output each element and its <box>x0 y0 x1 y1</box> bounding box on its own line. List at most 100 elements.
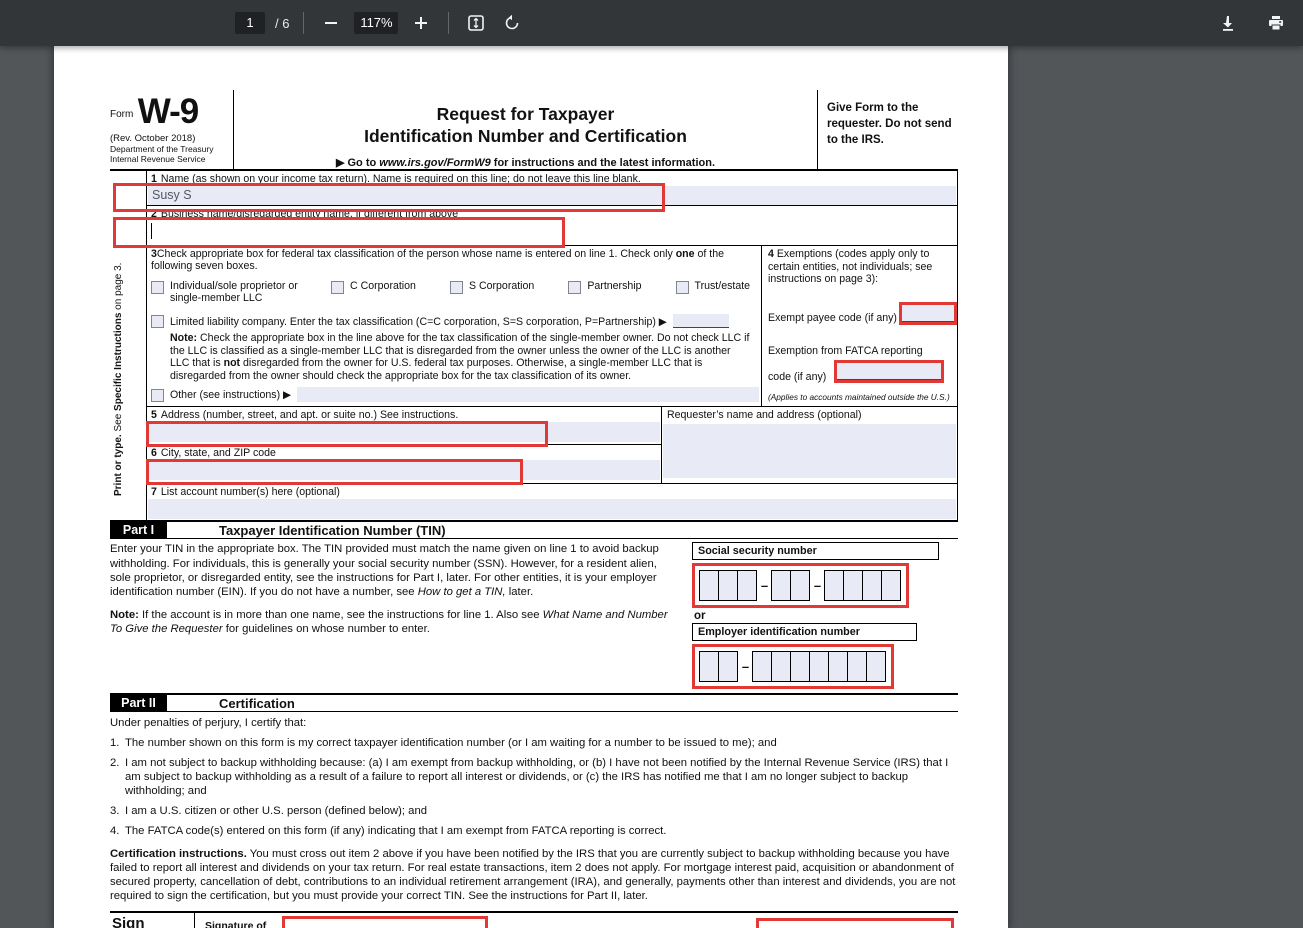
ssn-label: Social security number <box>692 542 939 561</box>
partnership-checkbox[interactable] <box>568 281 582 294</box>
date-input[interactable] <box>759 921 951 928</box>
form-id-block: Form W-9 (Rev. October 2018) Department … <box>110 90 234 169</box>
text-cursor <box>151 223 152 239</box>
signature-label: Signature of U.S. person ▶ <box>205 920 267 928</box>
ein-digit-cell[interactable] <box>752 651 772 683</box>
trust-estate-label: Trust/estate <box>694 280 751 292</box>
form-title-line1: Request for Taxpayer <box>436 104 615 124</box>
part1-instructions: Enter your TIN in the appropriate box. T… <box>110 542 692 689</box>
s-corporation-checkbox[interactable] <box>449 281 463 294</box>
fit-to-page-button[interactable] <box>463 10 489 36</box>
part2-badge: Part II <box>110 694 167 712</box>
ssn-digit-cell[interactable] <box>699 570 719 602</box>
ein-boxes[interactable]: – <box>699 651 886 683</box>
ssn-digit-cell[interactable] <box>824 570 844 602</box>
ssn-digit-cell[interactable] <box>862 570 882 602</box>
ssn-digit-cell[interactable] <box>771 570 791 602</box>
ein-digit-cell[interactable] <box>790 651 810 683</box>
option-individual: Individual/sole proprietor or single-mem… <box>151 280 319 304</box>
zoom-out-button[interactable] <box>318 10 344 36</box>
ein-digit-cell[interactable] <box>809 651 829 683</box>
plus-icon <box>415 17 428 29</box>
part2-body: Under penalties of perjury, I certify th… <box>110 712 958 903</box>
department-line: Department of the Treasury <box>110 144 214 154</box>
ssn-digit-cell[interactable] <box>718 570 738 602</box>
option-s-corp: S Corporation <box>449 280 535 304</box>
download-button[interactable] <box>1215 10 1241 36</box>
business-name-input[interactable] <box>148 221 956 243</box>
toolbar-divider <box>303 12 305 34</box>
line6-label: 6 City, state, and ZIP code <box>151 447 276 460</box>
ssn-digit-cell[interactable] <box>737 570 757 602</box>
w9-form: Form W-9 (Rev. October 2018) Department … <box>54 46 1008 928</box>
address-block: 5 Address (number, street, and apt. or su… <box>146 407 957 486</box>
ein-digit-cell[interactable] <box>828 651 848 683</box>
ein-digit-cell[interactable] <box>847 651 867 683</box>
llc-classification-input[interactable] <box>672 314 729 328</box>
page-number-input[interactable]: 1 <box>235 12 265 34</box>
print-icon <box>1269 16 1283 31</box>
part2-header: Part II Certification <box>110 693 958 713</box>
ein-digit-cell[interactable] <box>699 651 719 683</box>
requester-input[interactable] <box>663 424 956 479</box>
llc-note: Note: Check the appropriate box in the l… <box>170 332 750 382</box>
certify-item: 1. The number shown on this form is my co… <box>110 737 777 750</box>
line2-row: 2 Business name/disregarded entity name, … <box>113 206 957 248</box>
trust-estate-checkbox[interactable] <box>675 281 689 294</box>
c-corporation-checkbox[interactable] <box>331 281 344 294</box>
exempt-payee-highlight-box <box>898 301 957 325</box>
date-label: Date ▶ <box>713 913 748 928</box>
line7-row: 7 List account number(s) here (optional) <box>147 483 957 521</box>
sign-here-row: Sign Here Signature of U.S. person ▶ Dat… <box>110 911 958 928</box>
ssn-digit-cell[interactable] <box>843 570 863 602</box>
zoom-in-button[interactable] <box>408 10 434 36</box>
s-corporation-label: S Corporation <box>468 280 535 292</box>
side-label-strip: Print or type. See Specific Instructions… <box>110 171 146 521</box>
certification-instructions: Certification instructions. You must cro… <box>110 848 956 903</box>
line6-row: 6 City, state, and ZIP code <box>146 445 661 486</box>
toolbar-right-controls <box>1215 0 1289 46</box>
goto-suffix: for instructions and the latest informat… <box>490 157 716 169</box>
partnership-label: Partnership <box>587 280 642 292</box>
individual-label: Individual/sole proprietor or single-mem… <box>170 280 298 304</box>
other-option: Other (see instructions) ▶ <box>151 387 761 406</box>
ein-digit-cell[interactable] <box>866 651 886 683</box>
certify-intro: Under penalties of perjury, I certify th… <box>110 717 307 730</box>
city-state-zip-input[interactable] <box>148 460 660 481</box>
option-trust-estate: Trust/estate <box>675 280 751 304</box>
ssn-boxes[interactable]: – – <box>699 570 901 602</box>
ssn-digit-cell[interactable] <box>790 570 810 602</box>
exempt-payee-line: Exempt payee code (if any) <box>768 301 957 325</box>
goto-instructions: ▶ Go to www.irs.gov/FormW9 for instructi… <box>234 156 817 169</box>
address-input[interactable] <box>148 422 660 443</box>
name-input[interactable]: Susy S <box>148 186 956 205</box>
exempt-payee-input[interactable] <box>901 304 954 322</box>
part1-body: Enter your TIN in the appropriate box. T… <box>110 539 958 690</box>
line3-row: 3Check appropriate box for federal tax c… <box>147 246 957 408</box>
signature-input[interactable] <box>285 919 486 928</box>
exempt-payee-label: Exempt payee code (if any) <box>768 312 897 324</box>
print-button[interactable] <box>1263 10 1289 36</box>
ssn-digit-cell[interactable] <box>881 570 901 602</box>
llc-label: Limited liability company. Enter the tax… <box>170 316 667 328</box>
toolbar-divider <box>448 12 450 34</box>
ein-digit-cell[interactable] <box>718 651 738 683</box>
form-number: W-9 <box>137 92 199 131</box>
individual-checkbox[interactable] <box>151 281 164 294</box>
other-input[interactable] <box>297 387 759 403</box>
line7-label: 7 List account number(s) here (optional) <box>151 486 340 499</box>
print-or-type-label: Print or type. <box>113 434 124 496</box>
zoom-level-input[interactable]: 117% <box>354 12 399 34</box>
llc-checkbox[interactable] <box>151 315 164 328</box>
other-checkbox[interactable] <box>151 388 164 402</box>
form-word: Form <box>110 109 134 120</box>
rotate-button[interactable] <box>499 10 525 36</box>
ein-digit-cell[interactable] <box>771 651 791 683</box>
line1-row: 1 Name (as shown on your income tax retur… <box>113 171 957 212</box>
form-revision: (Rev. October 2018) <box>110 133 196 144</box>
fatca-input[interactable] <box>837 363 942 380</box>
tin-entry-area: Social security number – – or Employer i… <box>692 542 958 690</box>
account-numbers-input[interactable] <box>148 499 956 520</box>
certify-item: 3. I am a U.S. citizen or other U.S. pers… <box>110 805 428 818</box>
tax-classification-section: 3Check appropriate box for federal tax c… <box>147 246 761 406</box>
